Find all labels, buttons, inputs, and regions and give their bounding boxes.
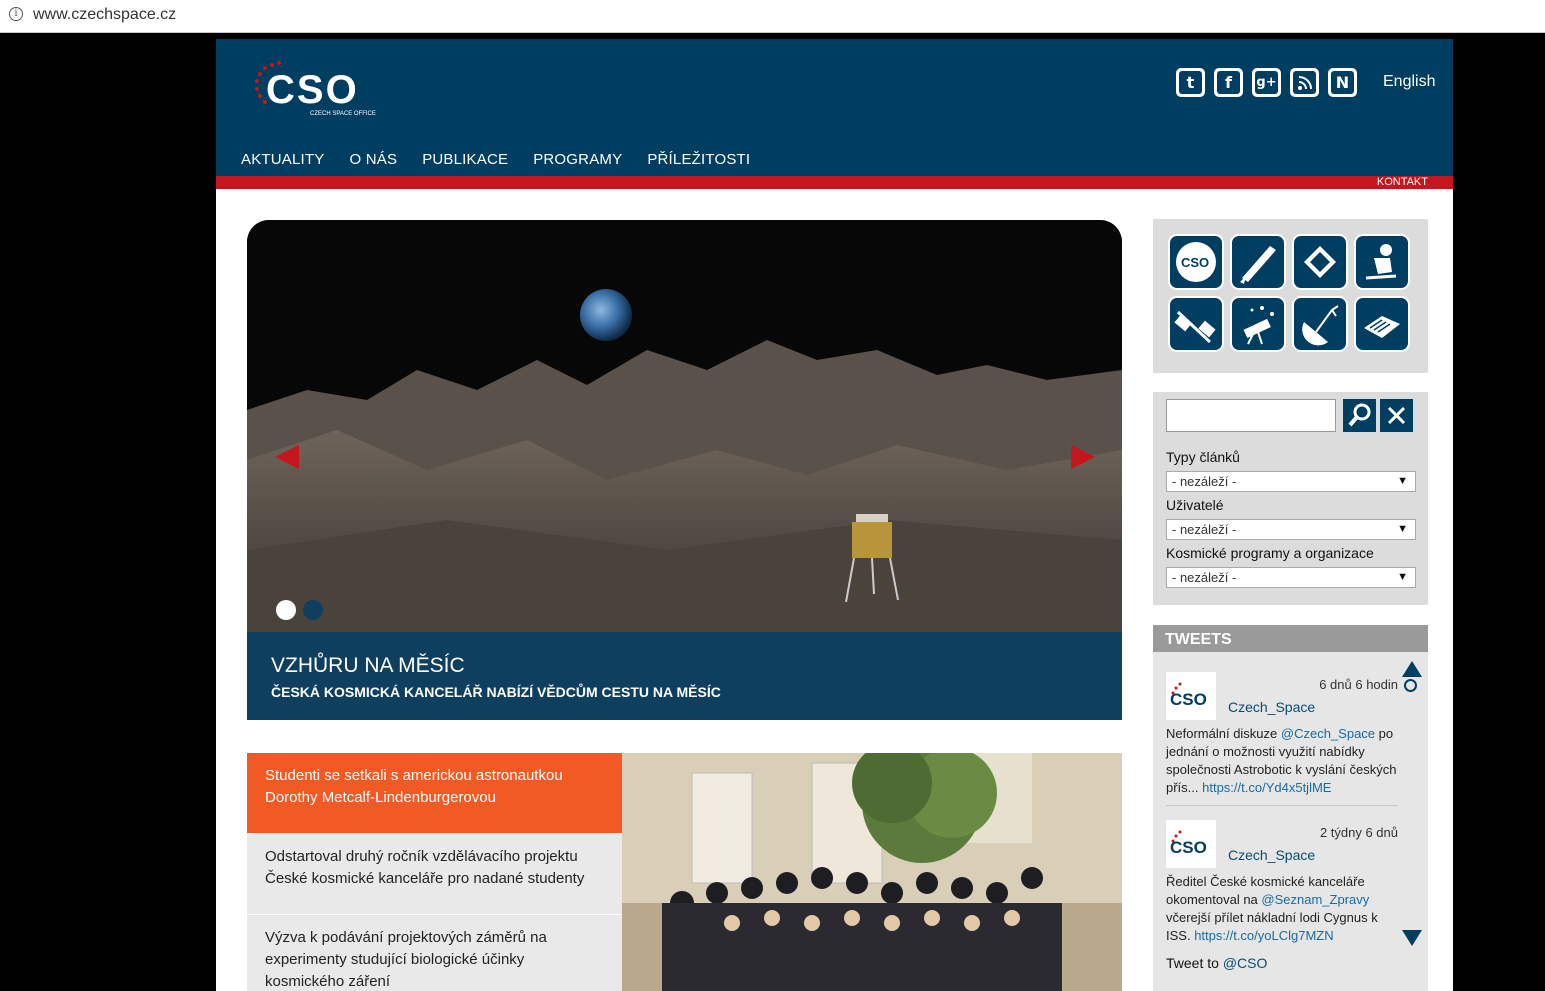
tweet-mention[interactable]: @Czech_Space	[1281, 726, 1375, 741]
hero-image	[247, 220, 1122, 632]
slider-dot-1[interactable]	[276, 600, 296, 620]
kontakt-link[interactable]: KONTAKT	[1377, 176, 1428, 189]
logo-text: CSO	[266, 68, 359, 112]
tweet-user[interactable]: Czech_Space	[1228, 699, 1315, 715]
google-plus-icon[interactable]: g+	[1252, 68, 1281, 97]
rss-icon[interactable]	[1290, 68, 1319, 97]
twitter-icon[interactable]: t	[1176, 68, 1205, 97]
news-item-2[interactable]: Odstartoval druhý ročník vzdělávacího pr…	[247, 834, 622, 914]
chip-icon[interactable]	[1292, 234, 1348, 290]
svg-text:CSO: CSO	[1170, 838, 1207, 857]
info-icon[interactable]: i	[9, 7, 23, 21]
n-icon[interactable]: N	[1328, 68, 1357, 97]
filter-value-users: - nezáleží -	[1172, 522, 1237, 537]
search-input[interactable]	[1166, 399, 1336, 432]
language-switch[interactable]: English	[1383, 73, 1435, 91]
avatar[interactable]: CSO	[1166, 672, 1216, 720]
tweet-divider	[1166, 805, 1398, 806]
news-photo[interactable]	[622, 753, 1122, 991]
cso-logo[interactable]: CSO CZECH SPACE OFFICE	[252, 59, 402, 119]
tweet-to-handle[interactable]: @CSO	[1223, 955, 1268, 971]
news-item-1[interactable]: Studenti se setkali s americkou astronau…	[247, 753, 622, 833]
tweet-mention[interactable]: @Seznam_Zpravy	[1261, 892, 1369, 907]
astronaut-icon[interactable]	[1354, 234, 1410, 290]
rocket-icon[interactable]	[1230, 234, 1286, 290]
tweets-pause-icon[interactable]	[1404, 679, 1417, 692]
news-item-3[interactable]: Výzva k podávání projektových záměrů na …	[247, 915, 622, 991]
browser-address-bar[interactable]: i www.czechspace.cz	[0, 0, 1545, 33]
filter-label-types: Typy článků	[1166, 449, 1240, 465]
main-nav: AKTUALITY O NÁS PUBLIKACE PROGRAMY PŘÍLE…	[241, 151, 750, 168]
logo-subtitle: CZECH SPACE OFFICE	[310, 111, 376, 117]
filter-label-users: Uživatelé	[1166, 497, 1224, 513]
telescope-icon[interactable]	[1230, 296, 1286, 352]
tweets-scroll-up-icon[interactable]	[1402, 661, 1422, 677]
chevron-down-icon: ▼	[1397, 523, 1408, 535]
nav-prilezitosti[interactable]: PŘÍLEŽITOSTI	[647, 151, 750, 168]
hero-slider: VZHŮRU NA MĚSÍC ČESKÁ KOSMICKÁ KANCELÁŘ …	[247, 220, 1122, 720]
tweets-panel: TWEETS CSO 6 dnů 6 hodin Czech_Space Nef…	[1153, 625, 1428, 991]
search-panel: Typy článků - nezáleží - ▼ Uživatelé - ne…	[1153, 392, 1428, 605]
tweet-user[interactable]: Czech_Space	[1228, 847, 1315, 863]
red-divider	[216, 176, 1453, 189]
hero-subtitle: ČESKÁ KOSMICKÁ KANCELÁŘ NABÍZÍ VĚDCŮM CE…	[271, 684, 721, 700]
book-icon[interactable]	[1354, 296, 1410, 352]
nav-publikace[interactable]: PUBLIKACE	[422, 151, 508, 168]
slider-dot-2[interactable]	[303, 600, 323, 620]
close-icon	[1387, 406, 1406, 425]
clear-button[interactable]	[1380, 399, 1413, 432]
filter-select-users[interactable]: - nezáleží - ▼	[1166, 519, 1416, 540]
tweet-text-part: Neformální diskuze	[1166, 726, 1281, 741]
satellite-icon[interactable]	[1168, 296, 1224, 352]
tweet-time: 6 dnů 6 hodin	[1319, 677, 1398, 692]
page: CSO CZECH SPACE OFFICE t f g+ N English …	[216, 39, 1453, 991]
chevron-down-icon: ▼	[1397, 571, 1408, 583]
tweet-text: Neformální diskuze @Czech_Space po jedná…	[1166, 725, 1398, 797]
nav-o-nas[interactable]: O NÁS	[350, 151, 398, 168]
nav-aktuality[interactable]: AKTUALITY	[241, 151, 325, 168]
filter-value-types: - nezáleží -	[1172, 474, 1237, 489]
facebook-icon[interactable]: f	[1214, 68, 1243, 97]
cso-icon[interactable]: CSO	[1168, 234, 1224, 290]
tweet-time: 2 týdny 6 dnů	[1319, 825, 1398, 840]
hero-title[interactable]: VZHŮRU NA MĚSÍC	[271, 654, 465, 678]
filter-value-programs: - nezáleží -	[1172, 570, 1237, 585]
nav-programy[interactable]: PROGRAMY	[533, 151, 622, 168]
hero-caption[interactable]: VZHŮRU NA MĚSÍC ČESKÁ KOSMICKÁ KANCELÁŘ …	[247, 632, 1122, 720]
site-header: CSO CZECH SPACE OFFICE t f g+ N English …	[216, 39, 1453, 176]
chevron-down-icon: ▼	[1397, 475, 1408, 487]
address-url[interactable]: www.czechspace.cz	[33, 6, 176, 24]
filter-select-types[interactable]: - nezáleží - ▼	[1166, 471, 1416, 492]
news-list: Studenti se setkali s americkou astronau…	[247, 753, 622, 991]
svg-text:CSO: CSO	[1181, 255, 1209, 270]
slider-prev-arrow[interactable]	[275, 445, 299, 469]
tweet-to-label: Tweet to	[1166, 955, 1219, 971]
tweet-text: Ředitel České kosmické kanceláře okoment…	[1166, 873, 1398, 945]
search-icon	[1348, 403, 1371, 427]
filter-label-programs: Kosmické programy a organizace	[1166, 545, 1374, 561]
filter-select-programs[interactable]: - nezáleží - ▼	[1166, 567, 1416, 588]
avatar[interactable]: CSO	[1166, 820, 1216, 868]
program-icons-panel: CSO	[1153, 219, 1428, 373]
tweets-scroll-down-icon[interactable]	[1402, 930, 1422, 946]
svg-text:CSO: CSO	[1170, 690, 1207, 709]
search-button[interactable]	[1343, 399, 1376, 432]
tweets-title: TWEETS	[1153, 625, 1428, 652]
tweet-to[interactable]: Tweet to @CSO	[1166, 955, 1267, 971]
slider-next-arrow[interactable]	[1071, 445, 1095, 469]
tweet-link[interactable]: https://t.co/Yd4x5tjlME	[1202, 780, 1331, 795]
antenna-icon[interactable]	[1292, 296, 1348, 352]
tweet-link[interactable]: https://t.co/yoLClg7MZN	[1194, 928, 1333, 943]
